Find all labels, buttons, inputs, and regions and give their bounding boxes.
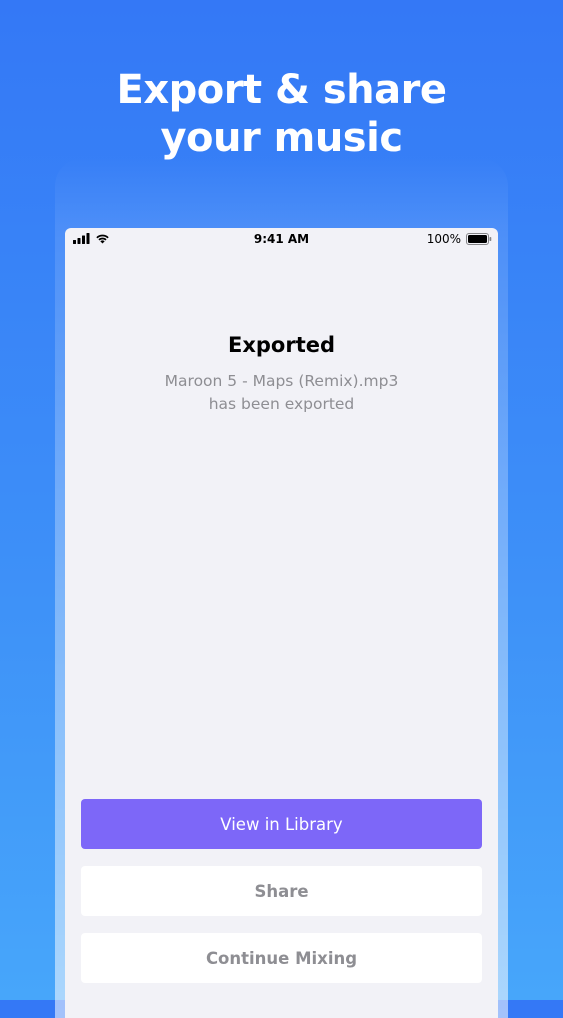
view-in-library-button[interactable]: View in Library xyxy=(81,799,482,849)
headline-line-2: your music xyxy=(160,115,403,161)
promo-headline: Export & share your music xyxy=(0,66,563,162)
export-filename: Maroon 5 - Maps (Remix).mp3 xyxy=(164,372,399,390)
status-right: 100% xyxy=(427,232,492,246)
export-status-text: has been exported xyxy=(208,395,355,413)
export-message: Maroon 5 - Maps (Remix).mp3 has been exp… xyxy=(65,370,498,416)
battery-percent: 100% xyxy=(426,232,461,246)
export-title: Exported xyxy=(227,333,336,357)
status-bar: 9:41 AM 100% xyxy=(65,228,498,250)
continue-mixing-button[interactable]: Continue Mixing xyxy=(81,933,482,983)
headline-line-1: Export & share xyxy=(116,67,447,113)
share-button[interactable]: Share xyxy=(81,866,482,916)
device-screen: 9:41 AM 100% Exported Maroon 5 - Maps (R… xyxy=(65,228,498,1018)
battery-icon xyxy=(466,233,492,245)
